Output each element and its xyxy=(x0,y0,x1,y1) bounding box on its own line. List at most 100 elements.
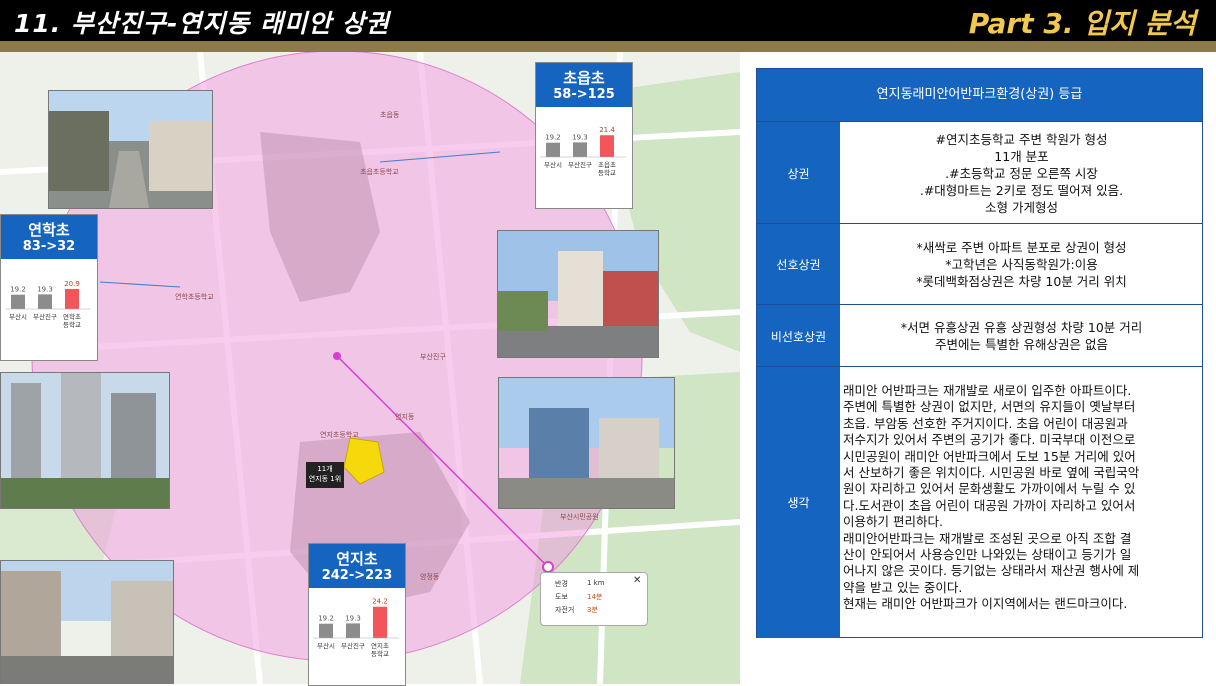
row-line: 어나지 않은 곳이다. 등기없는 상태라서 재산권 행사에 제 xyxy=(843,563,1140,579)
street-photo-5 xyxy=(0,560,174,684)
bar-2 xyxy=(65,288,79,309)
map-label-yeonji-school: 연지초등학교 xyxy=(320,431,359,439)
bar-value-label: 24.2 xyxy=(372,598,388,606)
row-line: *고학년은 사직동학원가:이용 xyxy=(945,257,1098,272)
close-icon[interactable]: ✕ xyxy=(633,575,641,586)
row-line: 약을 받고 있는 중이다. xyxy=(843,579,963,595)
bar-category-label: 부산시 xyxy=(317,641,335,650)
row-line: *서면 유흥상권 유흥 상권형성 차량 10분 거리 xyxy=(900,320,1143,335)
grade-row-nonpreferred: 비선호상권 *서면 유흥상권 유흥 상권형성 차량 10분 거리 주변에는 특별… xyxy=(757,304,1202,367)
complex-marker-count: 11개 xyxy=(317,465,333,473)
distance-popup: 반경 1 km 도보 14분 자전거 3분 ✕ xyxy=(540,572,648,626)
row-text: 래미안 어반파크는 재개발로 새로이 입주한 아파트이다. 주변에 특별한 상권… xyxy=(841,367,1202,638)
bar-value-label: 19.2 xyxy=(10,286,26,294)
row-line: 초읍. 부암동 선호한 주거지이다. 초읍 어린이 대공원과 xyxy=(843,415,1128,431)
part-title: Part 3. 입지 분석 xyxy=(968,7,1196,40)
row-label: 선호상권 xyxy=(757,224,840,305)
street-photo-2 xyxy=(497,230,659,358)
row-line: .#대형마트는 2키로 정도 떨어져 있음. xyxy=(919,182,1124,198)
header-gold-bar xyxy=(0,41,1216,52)
slide-title: 11. 부산진구-연지동 래미안 상권 xyxy=(14,9,390,38)
row-line: 산이 안되어서 사용승인만 나와있는 상태이고 등기가 일 xyxy=(843,547,1132,563)
bar-1 xyxy=(573,142,587,157)
grade-table: 연지동래미안어반파크환경(상권) 등급 상권 #연지초등학교 주변 학원가 형성… xyxy=(756,68,1203,638)
bar-category-label: 초읍초 등학교 xyxy=(598,161,616,177)
map-label-yeonhak-school: 연학초등학교 xyxy=(175,293,214,301)
bar-value-label: 19.2 xyxy=(545,134,561,142)
bar-2 xyxy=(600,135,614,157)
bar-category-label: 연학초 등학교 xyxy=(63,312,81,329)
bar-value-label: 20.9 xyxy=(64,280,80,288)
bar-1 xyxy=(346,623,360,638)
row-line: 시민공원이 래미안 어반파크에서 도보 15분 거리에 있어 xyxy=(843,448,1136,464)
popup-radius-label: 반경 xyxy=(555,580,568,588)
map-label-choeup-school: 초읍초등학교 xyxy=(360,168,399,176)
map-label-choeup-dong: 초읍동 xyxy=(380,111,400,119)
map-label-busanjin: 부산진구 xyxy=(420,353,446,361)
grade-row-thoughts: 생각 래미안 어반파크는 재개발로 새로이 입주한 아파트이다. 주변에 특별한… xyxy=(757,366,1202,638)
grade-row-preferred: 선호상권 *새싹로 주변 아파트 분포로 상권이 형성 *고학년은 사직동학원가… xyxy=(757,223,1202,305)
school-name: 초읍초 xyxy=(563,69,605,87)
complex-marker-rank: 연지동 1위 xyxy=(308,475,342,483)
bar-category-label: 부산시 xyxy=(9,312,27,321)
bar-value-label: 19.3 xyxy=(37,285,53,293)
row-label: 비선호상권 xyxy=(757,305,840,367)
bar-value-label: 19.3 xyxy=(572,133,588,141)
street-photo-3 xyxy=(498,377,675,509)
row-line: 11개 분포 xyxy=(994,148,1049,164)
row-line: *새싹로 주변 아파트 분포로 상권이 형성 xyxy=(916,240,1127,255)
row-text: #연지초등학교 주변 학원가 형성 11개 분포 .#초등학교 정문 오른쪽 시… xyxy=(841,122,1202,224)
bar-value-label: 19.2 xyxy=(318,615,334,623)
street-photo-1 xyxy=(48,90,213,209)
row-line: 주변에 특별한 상권이 없지만, 서면의 유지들이 옛날부터 xyxy=(843,399,1136,415)
school-card-yeonhak: 연학초 83->32 19.2 부산시 19.3 부산진구 20.9 연학초 등학교 xyxy=(0,214,98,361)
row-text: *새싹로 주변 아파트 분포로 상권이 형성 *고학년은 사직동학원가:이용 *… xyxy=(841,224,1202,305)
bar-category-label: 부산진구 xyxy=(341,641,365,650)
row-line: 주변에는 특별한 유해상권은 없음 xyxy=(935,337,1108,352)
school-count: 83->32 xyxy=(22,239,76,254)
row-line: .#초등학교 정문 오른쪽 시장 xyxy=(945,165,1098,181)
popup-bike-value: 3분 xyxy=(587,606,598,614)
row-line: #연지초등학교 주변 학원가 형성 xyxy=(935,131,1108,147)
bar-1 xyxy=(38,294,52,309)
bar-value-label: 21.4 xyxy=(599,126,615,134)
bar-0 xyxy=(319,623,333,638)
popup-walk-value: 14분 xyxy=(587,593,603,601)
row-line: 저수지가 있어서 주변의 공기가 좋다. 미국부대 이전으로 xyxy=(843,432,1136,448)
row-line: 다.도서관이 초읍 어린이 대공원 가까이 자리하고 있어서 xyxy=(843,497,1136,513)
map-label-yeonji-dong: 연지동 xyxy=(395,413,415,421)
popup-radius-value: 1 km xyxy=(587,579,605,587)
map-label-yangjeong-dong: 양정동 xyxy=(420,573,440,581)
complex-marker[interactable]: 11개 연지동 1위 xyxy=(306,462,344,488)
row-label: 생각 xyxy=(757,367,840,638)
school-count: 58->125 xyxy=(553,87,615,102)
row-line: 래미안 어반파크는 재개발로 새로이 입주한 아파트이다. xyxy=(843,383,1132,398)
bar-value-label: 19.3 xyxy=(345,614,361,622)
row-text: *서면 유흥상권 유흥 상권형성 차량 10분 거리 주변에는 특별한 유해상권… xyxy=(841,305,1202,367)
school-bar-chart: 19.2 부산시 19.3 부산진구 20.9 연학초 등학교 xyxy=(5,280,91,329)
school-card-choeup: 초읍초 58->125 19.2 부산시 19.3 부산진구 21.4 초읍초 등학교 xyxy=(535,62,633,209)
popup-bike-label: 자전거 xyxy=(555,606,575,614)
row-line: *롯데백화점상권은 차량 10분 거리 위치 xyxy=(916,274,1127,289)
school-bar-chart: 19.2 부산시 19.3 부산진구 21.4 초읍초 등학교 xyxy=(540,126,626,177)
row-label: 상권 xyxy=(757,122,840,224)
row-line: 소형 가게형성 xyxy=(985,199,1058,215)
school-card-yeonji: 연지초 242->223 19.2 부산시 19.3 부산진구 24.2 연지초 등학교 xyxy=(308,543,406,686)
bar-category-label: 부산진구 xyxy=(33,312,57,321)
row-line: 래미안어반파크는 재개발로 조성된 곳으로 아직 조합 결 xyxy=(843,530,1132,546)
bar-category-label: 부산시 xyxy=(544,160,562,169)
popup-walk-label: 도보 xyxy=(555,593,568,601)
school-name: 연학초 xyxy=(28,221,70,239)
bar-category-label: 부산진구 xyxy=(568,160,592,169)
row-line: 이용하기 편리하다. xyxy=(843,514,943,530)
street-photo-4 xyxy=(0,372,170,509)
row-line: 서 산보하기 좋은 위치이다. 시민공원 바로 옆에 국립국악 xyxy=(843,465,1140,481)
row-line: 현재는 래미안 어반파크가 이지역에서는 랜드마크이다. xyxy=(843,596,1128,612)
map-label-citizens-park: 부산시민공원 xyxy=(560,513,599,521)
school-bar-chart: 19.2 부산시 19.3 부산진구 24.2 연지초 등학교 xyxy=(313,598,399,658)
bar-2 xyxy=(373,606,387,638)
school-name: 연지초 xyxy=(336,550,378,568)
row-line: 원이 자리하고 있어서 문화생활도 가까이에서 누릴 수 있 xyxy=(843,481,1136,497)
bar-0 xyxy=(11,294,25,309)
grade-row-commercial: 상권 #연지초등학교 주변 학원가 형성 11개 분포 .#초등학교 정문 오른… xyxy=(757,121,1202,224)
